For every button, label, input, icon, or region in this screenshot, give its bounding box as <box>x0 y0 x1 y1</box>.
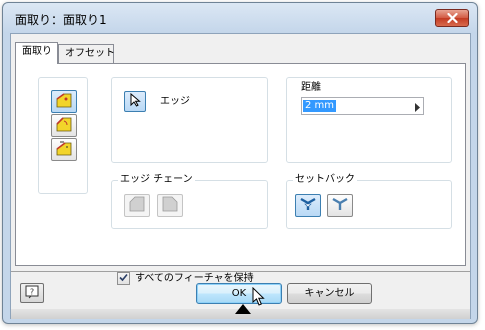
method-button-two-distances[interactable] <box>51 138 77 161</box>
preserve-features-checkbox[interactable] <box>117 272 130 285</box>
checkmark-icon <box>119 272 128 285</box>
svg-text:?: ? <box>30 287 34 296</box>
edge-label: エッジ <box>160 96 190 107</box>
distance-group: 距離 2 mm <box>286 77 452 163</box>
setback-group: セットバック <box>286 174 452 229</box>
setback-smooth-icon <box>331 196 349 215</box>
chamfer-distance-angle-icon <box>55 116 73 135</box>
tab-panel-chamfer: エッジ 距離 2 mm エッジ チェーン セットバック すべてのフィーチャを保持 <box>15 63 466 285</box>
distance-dropdown-arrow-icon[interactable] <box>415 102 420 115</box>
tab-offset[interactable]: オフセット <box>58 44 115 63</box>
cancel-button[interactable]: キャンセル <box>287 283 372 304</box>
tab-chamfer[interactable]: 面取り <box>15 42 58 64</box>
edge-chain-single-icon <box>161 196 179 215</box>
close-button[interactable] <box>435 9 469 27</box>
method-button-distance[interactable] <box>51 90 77 113</box>
select-arrow-icon <box>129 92 141 110</box>
setback-corner-icon <box>299 196 317 215</box>
footer-divider <box>11 271 470 272</box>
ok-button[interactable]: OK <box>196 283 282 304</box>
method-button-distance-angle[interactable] <box>51 114 77 137</box>
distance-input[interactable]: 2 mm <box>301 97 424 115</box>
help-icon: ? <box>25 285 39 302</box>
pointer-triangle-icon <box>235 304 251 317</box>
edge-group: エッジ <box>111 77 268 163</box>
distance-value: 2 mm <box>303 100 337 112</box>
edge-chain-all-button[interactable] <box>124 194 150 217</box>
dialog-body: 面取り オフセット エッジ 距離 2 mm エッジ チェーン セットバック すべ… <box>10 33 471 319</box>
window-title: 面取り：面取り1 <box>15 13 107 27</box>
edge-chain-all-icon <box>128 196 146 215</box>
chamfer-two-distances-icon <box>55 140 73 159</box>
setback-label: セットバック <box>293 174 357 186</box>
mouse-cursor-icon <box>252 286 266 310</box>
setback-corner-button[interactable] <box>295 194 321 217</box>
edge-chain-group: エッジ チェーン <box>111 174 268 229</box>
close-icon <box>446 13 458 23</box>
help-button[interactable]: ? <box>20 283 44 303</box>
edge-select-button[interactable] <box>124 91 146 112</box>
method-group <box>38 77 88 194</box>
chamfer-dialog: 面取り：面取り1 面取り オフセット エッジ 距離 2 mm エッジ チェーン … <box>2 2 478 324</box>
distance-label: 距離 <box>301 82 321 93</box>
title-bar[interactable]: 面取り：面取り1 <box>3 3 477 33</box>
edge-chain-single-button[interactable] <box>157 194 183 217</box>
edge-chain-label: エッジ チェーン <box>118 174 195 186</box>
chamfer-distance-icon <box>55 92 73 111</box>
setback-smooth-button[interactable] <box>327 194 353 217</box>
